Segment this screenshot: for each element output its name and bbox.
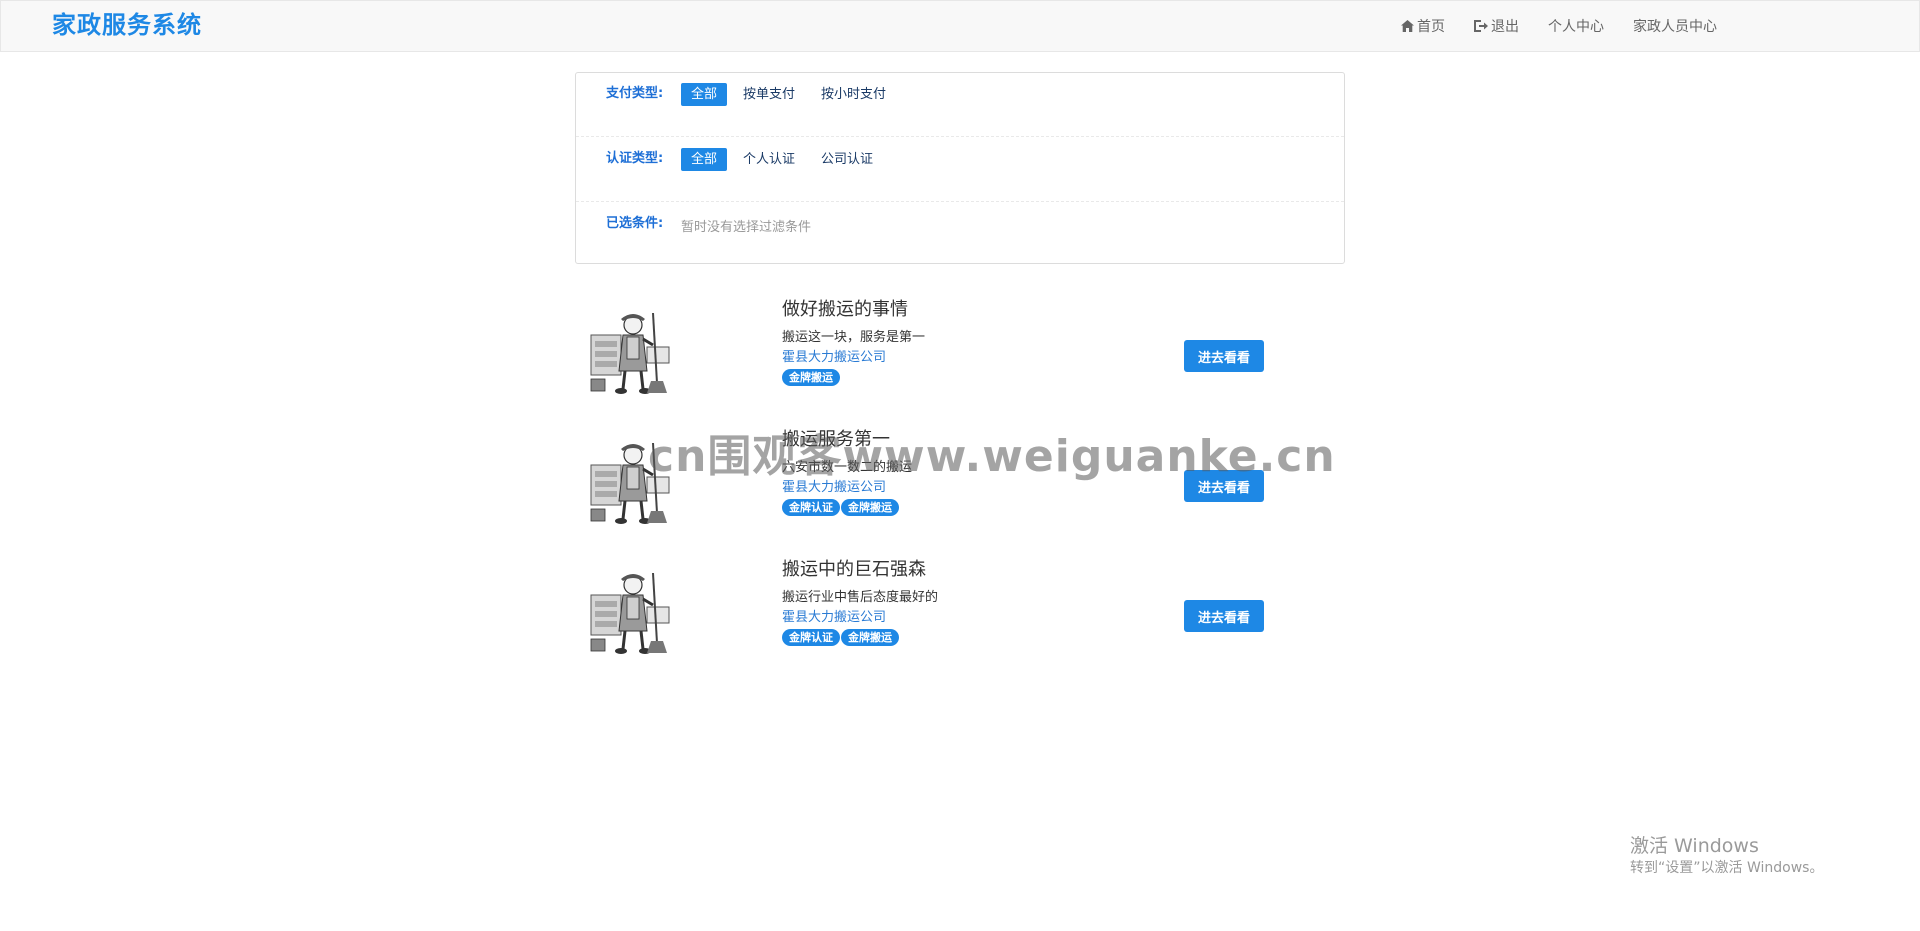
service-thumbnail-image[interactable] [587,567,677,655]
service-listing: 搬运中的巨石强森 搬运行业中售后态度最好的 霍县大力搬运公司 金牌认证 金牌搬运… [575,557,1345,669]
enter-button[interactable]: 进去看看 [1184,470,1264,502]
badge-gold-moving: 金牌搬运 [841,629,899,646]
listing-title[interactable]: 搬运中的巨石强森 [782,557,926,583]
payment-option-per-order[interactable]: 按单支付 [733,83,805,106]
listing-title[interactable]: 做好搬运的事情 [782,297,908,323]
service-thumbnail-image[interactable] [587,307,677,395]
nav-logout-label: 退出 [1491,19,1519,35]
listing-description: 搬运这一块，服务是第一 [782,330,926,345]
certification-type-filter-row: 认证类型: 全部 个人认证 公司认证 [576,138,1344,202]
logout-icon [1474,20,1488,32]
payment-type-label: 支付类型: [606,86,664,101]
payment-option-all[interactable]: 全部 [681,83,728,106]
badge-gold-certified: 金牌认证 [782,499,840,516]
nav-home-link[interactable]: 首页 [1401,16,1445,36]
brand-logo-text[interactable]: 家政服务系统 [52,9,202,41]
badge-gold-certified: 金牌认证 [782,629,840,646]
certification-option-company[interactable]: 公司认证 [811,148,883,171]
listing-description: 搬运行业中售后态度最好的 [782,590,939,605]
certification-type-options: 全部 个人认证 公司认证 [681,148,889,171]
enter-button[interactable]: 进去看看 [1184,600,1264,632]
payment-type-options: 全部 按单支付 按小时支付 [681,83,902,106]
badge-gold-moving: 金牌搬运 [782,369,840,386]
windows-activation-subtitle: 转到“设置”以激活 Windows。 [1630,860,1824,876]
enter-button[interactable]: 进去看看 [1184,340,1264,372]
nav-home-label: 首页 [1417,19,1445,35]
service-thumbnail-image[interactable] [587,437,677,525]
listing-company-link[interactable]: 霍县大力搬运公司 [782,609,886,627]
listing-badges: 金牌认证 金牌搬运 [782,499,900,516]
filter-panel: 支付类型: 全部 按单支付 按小时支付 认证类型: 全部 个人认证 公司认证 已… [575,72,1345,264]
top-navbar: 家政服务系统 首页 退出 个人中心 家政人员中心 [0,0,1920,52]
windows-activation-notice: 激活 Windows 转到“设置”以激活 Windows。 [1630,834,1823,878]
certification-option-all[interactable]: 全部 [681,148,728,171]
service-listing: 做好搬运的事情 搬运这一块，服务是第一 霍县大力搬运公司 金牌搬运 进去看看 [575,297,1345,409]
selected-conditions-label: 已选条件: [606,216,664,231]
selected-conditions-row: 已选条件: 暂时没有选择过滤条件 [576,203,1344,267]
selected-conditions-empty-text: 暂时没有选择过滤条件 [681,220,812,235]
certification-type-label: 认证类型: [606,151,664,166]
listing-badges: 金牌搬运 [782,369,841,386]
payment-type-filter-row: 支付类型: 全部 按单支付 按小时支付 [576,73,1344,137]
certification-option-personal[interactable]: 个人认证 [733,148,805,171]
nav-personal-center-link[interactable]: 个人中心 [1548,16,1604,36]
listing-description: 六安市数一数二的搬运 [782,460,913,475]
listing-title[interactable]: 搬运服务第一 [782,427,890,453]
nav-links: 首页 退出 个人中心 家政人员中心 [1401,1,1746,51]
payment-option-per-hour[interactable]: 按小时支付 [811,83,896,106]
service-listing: 搬运服务第一 六安市数一数二的搬运 霍县大力搬运公司 金牌认证 金牌搬运 进去看… [575,427,1345,539]
listing-company-link[interactable]: 霍县大力搬运公司 [782,349,886,367]
listing-company-link[interactable]: 霍县大力搬运公司 [782,479,886,497]
nav-staff-center-link[interactable]: 家政人员中心 [1633,16,1717,36]
listing-badges: 金牌认证 金牌搬运 [782,629,900,646]
home-icon [1401,20,1414,32]
windows-activation-title: 激活 Windows [1630,835,1759,857]
nav-logout-link[interactable]: 退出 [1474,16,1519,36]
badge-gold-moving: 金牌搬运 [841,499,899,516]
